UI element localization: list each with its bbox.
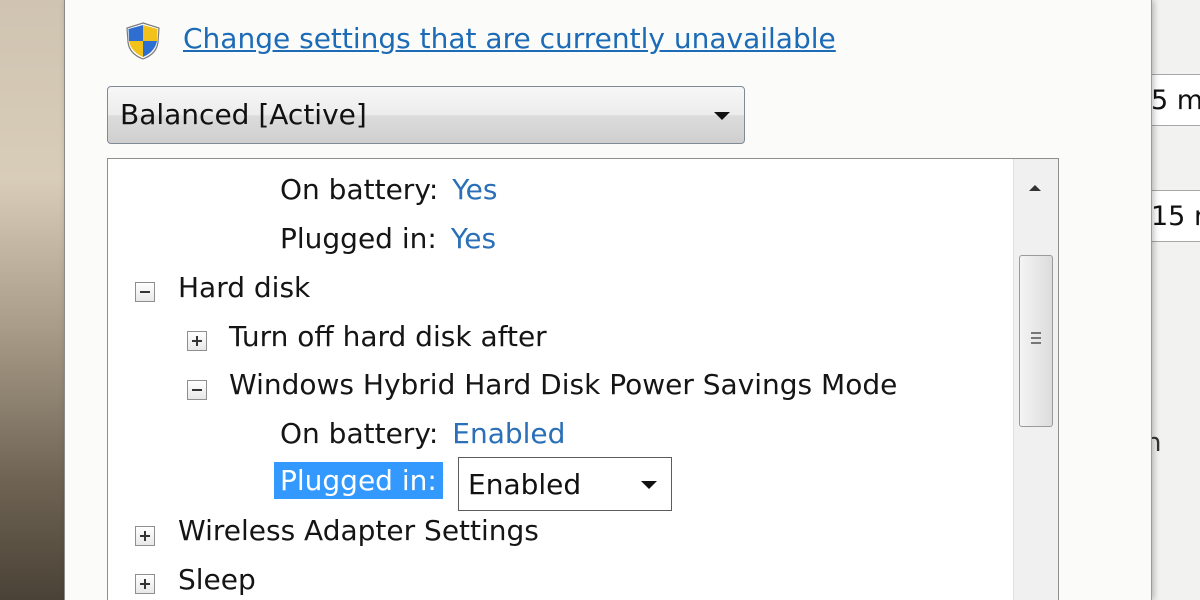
desktop-background bbox=[0, 0, 64, 600]
chevron-down-icon bbox=[714, 112, 730, 120]
plugged-in-value-dropdown[interactable]: Enabled bbox=[458, 457, 672, 511]
scroll-up-arrow-icon[interactable] bbox=[1029, 185, 1041, 191]
setting-label: On battery: bbox=[280, 417, 439, 450]
setting-label: On battery: bbox=[280, 173, 439, 206]
power-options-dialog: [ ] Change settings that are currently u… bbox=[64, 0, 1152, 600]
expand-turn-off-hard-disk-icon[interactable] bbox=[187, 331, 207, 351]
setting-value-link[interactable]: Yes bbox=[451, 222, 496, 255]
expand-wireless-icon[interactable] bbox=[135, 526, 155, 546]
tree-node-sleep[interactable]: Sleep bbox=[178, 563, 256, 596]
tree-node-turn-off-hard-disk[interactable]: Turn off hard disk after bbox=[229, 320, 547, 353]
vertical-scrollbar[interactable] bbox=[1013, 159, 1058, 600]
tree-node-hybrid-power-savings[interactable]: Windows Hybrid Hard Disk Power Savings M… bbox=[229, 368, 897, 401]
selected-setting-label: Plugged in: bbox=[274, 462, 443, 499]
scrollbar-thumb[interactable] bbox=[1019, 255, 1053, 427]
advanced-settings-tree[interactable]: On battery: Yes Plugged in: Yes Hard disk … bbox=[107, 158, 1059, 600]
tree-setting-hybrid-plugged-in[interactable]: Plugged in: bbox=[274, 462, 443, 499]
tree-setting-hybrid-on-battery[interactable]: On battery: Enabled bbox=[280, 417, 565, 450]
setting-value-link[interactable]: Enabled bbox=[452, 417, 565, 450]
tree-node-hard-disk[interactable]: Hard disk bbox=[178, 271, 310, 304]
collapse-hard-disk-icon[interactable] bbox=[135, 282, 155, 302]
tree-setting-plugged-in[interactable]: Plugged in: Yes bbox=[280, 222, 496, 255]
thumb-grip-icon bbox=[1031, 332, 1041, 344]
change-unavailable-settings-link[interactable]: Change settings that are currently unava… bbox=[183, 22, 836, 55]
uac-shield-icon bbox=[126, 22, 160, 60]
power-plan-dropdown[interactable]: Balanced [Active] bbox=[107, 86, 745, 144]
collapse-hybrid-mode-icon[interactable] bbox=[187, 380, 207, 400]
setting-label: Plugged in: bbox=[280, 222, 437, 255]
expand-sleep-icon[interactable] bbox=[135, 574, 155, 594]
tree-node-wireless-adapter[interactable]: Wireless Adapter Settings bbox=[178, 514, 539, 547]
power-plan-selected-value: Balanced [Active] bbox=[120, 98, 367, 131]
tree-setting-on-battery[interactable]: On battery: Yes bbox=[280, 173, 497, 206]
setting-value-link[interactable]: Yes bbox=[452, 173, 497, 206]
chevron-down-icon bbox=[641, 481, 657, 489]
plugged-in-selected-value: Enabled bbox=[468, 468, 582, 501]
